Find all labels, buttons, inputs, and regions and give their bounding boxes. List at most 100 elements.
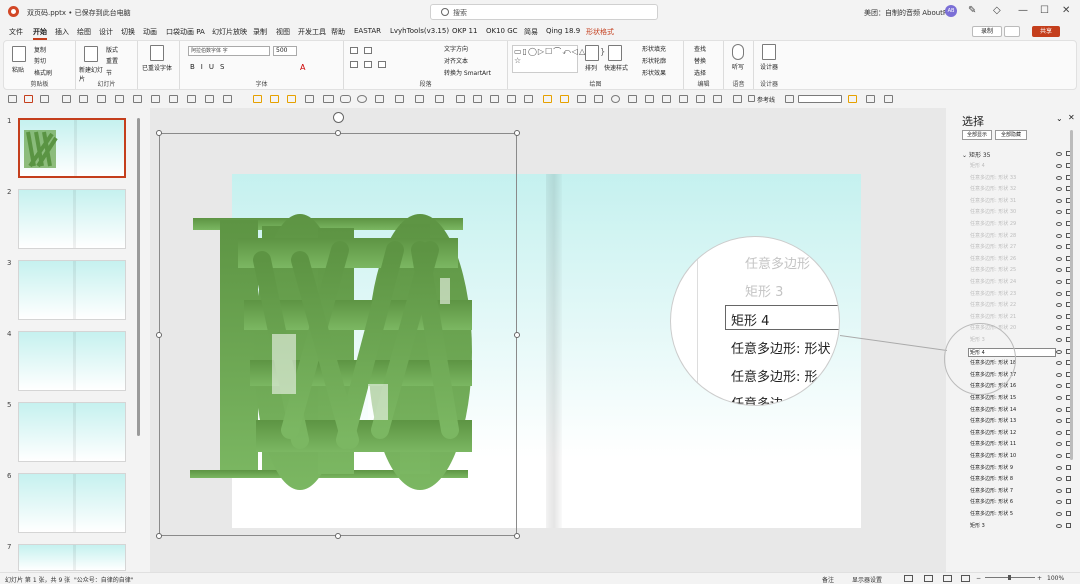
tool-icon[interactable] [507,95,516,103]
resize-handle[interactable] [335,533,341,539]
tool-icon[interactable] [187,95,196,103]
zoom-in-icon[interactable]: + [1037,575,1042,582]
eye-icon[interactable] [1056,523,1062,528]
tool-icon[interactable] [490,95,499,103]
eye-icon[interactable] [1056,477,1062,482]
align-left-icon[interactable] [350,61,358,68]
arrange-button[interactable]: 排列 [585,63,597,72]
eye-icon[interactable] [1056,488,1062,493]
slide-thumbnail[interactable] [18,260,126,320]
tab-ok10[interactable]: OK10 GC [486,27,518,35]
maximize-icon[interactable]: ☐ [1040,5,1049,16]
eye-icon[interactable] [1056,500,1062,505]
tool-icon[interactable] [8,95,17,103]
align-text-button[interactable]: 对齐文本 [444,56,468,65]
eye-icon[interactable] [1056,268,1062,273]
star-icon[interactable] [611,95,620,103]
eye-icon[interactable] [1056,407,1062,412]
shape-outline-button[interactable]: 形状轮廓 [642,56,666,65]
eye-icon[interactable] [1056,372,1062,377]
quick-styles-button[interactable]: 快速样式 [604,63,628,72]
sorter-view-icon[interactable] [924,575,933,582]
tool-icon[interactable] [473,95,482,103]
eye-icon[interactable] [1056,291,1062,296]
layer-item[interactable]: 任意多边形: 形状 28 [970,232,1016,239]
paste-label[interactable]: 粘贴 [12,65,24,74]
eye-icon[interactable] [1056,419,1062,424]
tab-okp[interactable]: OKP 11 [452,27,477,35]
resize-handle[interactable] [156,332,162,338]
tool-icon[interactable] [866,95,875,103]
lock-icon[interactable] [1066,499,1071,505]
pane-scrollbar[interactable] [1070,130,1073,460]
tool-icon[interactable] [713,95,722,103]
layer-item[interactable]: 任意多边形: 形状 29 [970,220,1016,227]
layer-item[interactable]: 任意多边形: 形状 15 [970,394,1016,401]
format-painter-button[interactable]: 格式刷 [34,68,52,77]
normal-view-icon[interactable] [904,575,913,582]
reset-font-label[interactable]: 已重设字体 [142,63,176,72]
font-name-select[interactable]: 阿拉伯数字体 字 [188,46,270,56]
layer-item[interactable]: 任意多边形: 形状 30 [970,208,1016,215]
layer-item[interactable]: 任意多边形: 形状 27 [970,243,1016,250]
notes-button[interactable]: 备注 [822,575,834,584]
tab-simple[interactable]: 简易 [524,27,538,37]
microphone-icon[interactable] [732,44,744,60]
tool-icon[interactable] [884,95,893,103]
eye-icon[interactable] [1056,280,1062,284]
close-icon[interactable]: ✕ [1062,5,1070,16]
layer-item[interactable]: 矩形 3 [970,522,985,529]
quick-styles-icon[interactable] [608,45,622,61]
replace-button[interactable]: 替换 [694,56,706,65]
numbering-icon[interactable] [364,47,372,54]
zoom-slider-knob[interactable] [1008,575,1011,580]
copy-button[interactable]: 复制 [34,45,46,54]
lock-icon[interactable] [1066,464,1071,470]
eye-icon[interactable] [1056,465,1062,470]
layer-item[interactable]: 任意多边形: 形状 10 [970,452,1016,459]
eye-icon[interactable] [1056,152,1062,156]
eye-icon[interactable] [1056,245,1062,250]
eye-icon[interactable] [1056,384,1062,389]
select-button[interactable]: 选择 [694,68,706,77]
tab-home[interactable]: 开始 [33,27,47,40]
zoom-level[interactable]: 100% [1047,575,1064,582]
zoom-out-icon[interactable]: − [976,575,981,582]
lock-icon[interactable] [1066,522,1071,528]
tool-icon[interactable] [395,95,404,103]
lock-icon[interactable] [1066,511,1071,516]
find-button[interactable]: 查找 [694,44,706,53]
eye-icon[interactable] [1056,326,1062,331]
font-size-select[interactable]: 500 [273,46,297,56]
cut-button[interactable]: 剪切 [34,56,46,65]
tool-icon[interactable] [24,95,33,103]
eye-icon[interactable] [1056,442,1062,447]
share-button[interactable]: 共享 [1032,26,1060,37]
tool-icon[interactable] [662,95,671,103]
font-style-buttons[interactable]: BIUS [190,63,230,71]
pen-icon[interactable]: ✎ [968,5,976,16]
designer-icon[interactable] [762,44,776,60]
tool-icon[interactable] [560,95,569,103]
tab-help[interactable]: 帮助 [331,27,345,37]
tool-icon[interactable] [270,95,279,103]
resize-handle[interactable] [335,130,341,136]
tab-slideshow[interactable]: 幻灯片放映 [212,27,247,37]
tab-pocket-animation[interactable]: 口袋动画 PA [166,27,205,37]
diamond-icon[interactable]: ◇ [993,5,1001,16]
show-all-button[interactable]: 全部显示 [962,130,992,140]
tab-insert[interactable]: 插入 [55,27,69,37]
resize-handle[interactable] [514,332,520,338]
tool-icon[interactable] [594,95,603,103]
eye-icon[interactable] [1056,164,1062,168]
layer-item[interactable]: 任意多边形: 形状 22 [970,301,1016,308]
lock-icon[interactable] [1066,487,1071,493]
eye-icon[interactable] [1056,361,1062,366]
thumbnail-scrollbar[interactable] [137,118,140,436]
font-color-icon[interactable]: A [300,63,305,72]
slide-thumbnail[interactable] [18,473,126,533]
layer-item[interactable]: 任意多边形: 形状 24 [970,278,1016,285]
slide-thumbnail[interactable] [18,544,126,571]
tool-icon[interactable] [151,95,160,103]
reading-view-icon[interactable] [943,575,952,582]
